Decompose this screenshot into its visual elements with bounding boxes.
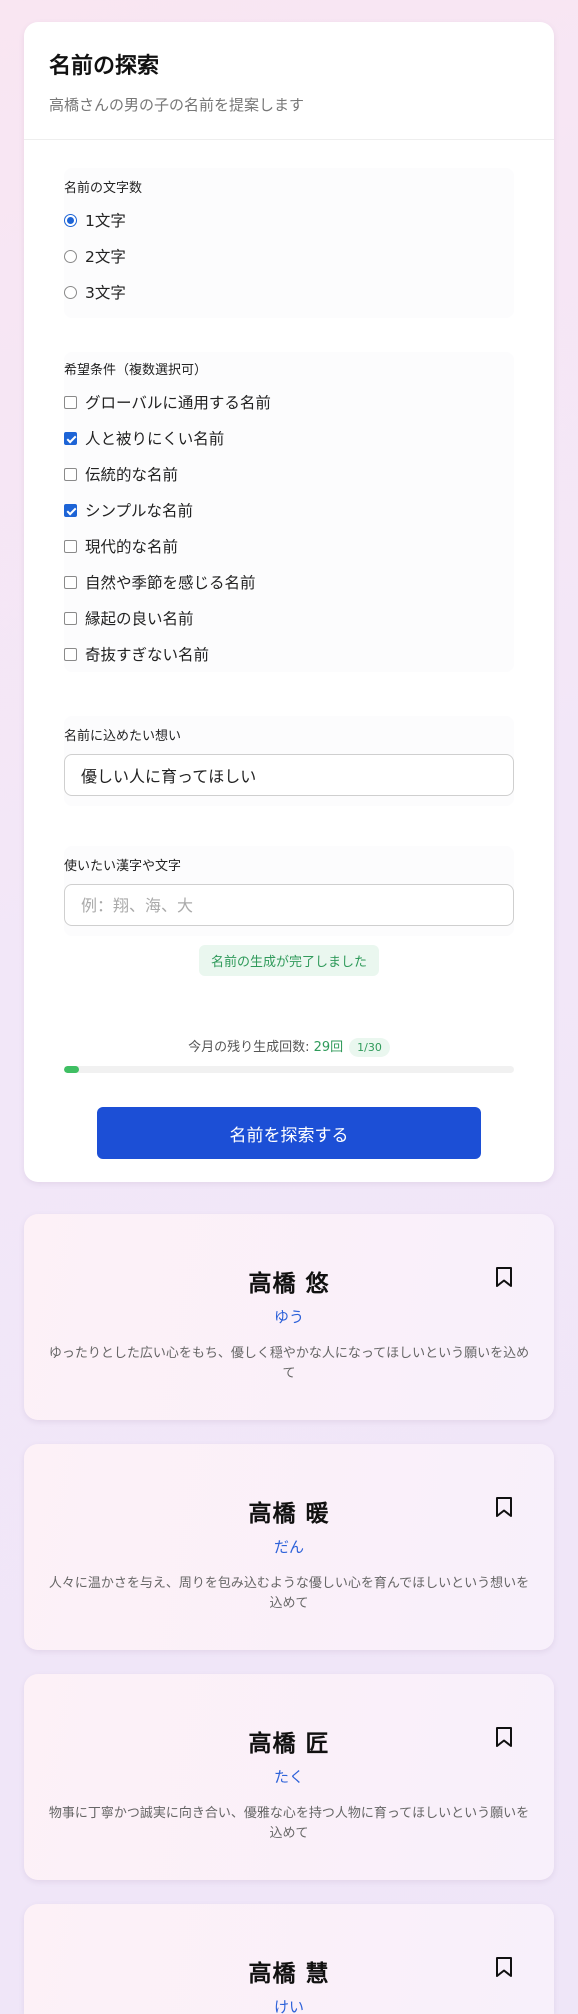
- checkbox-label: 縁起の良い名前: [85, 610, 194, 628]
- radio-button[interactable]: [64, 285, 77, 299]
- radio-button[interactable]: [64, 249, 77, 263]
- name-title: 高橋 慧: [248, 1961, 330, 1987]
- name-result-card: 高橋 慧 けい: [24, 1904, 554, 2014]
- conditions-label: 希望条件（複数選択可）: [64, 363, 208, 378]
- wish-input[interactable]: [64, 754, 514, 796]
- char-count-label: 名前の文字数: [64, 181, 143, 196]
- name-result-card: 高橋 匠 たく 物事に丁寧かつ誠実に向き合い、優雅な心を持つ人物に育ってほしいと…: [24, 1674, 554, 1880]
- checkbox-label: 現代的な名前: [85, 538, 179, 556]
- name-reading: だん: [273, 1538, 304, 1556]
- name-description: 物事に丁寧かつ誠実に向き合い、優雅な心を持つ人物に育ってほしいという願いを込めて: [48, 1806, 530, 1841]
- checkbox[interactable]: [64, 647, 77, 661]
- checkbox[interactable]: [64, 539, 77, 553]
- name-reading: たく: [273, 1768, 304, 1786]
- form-header: 名前の探索 高橋さんの男の子の名前を提案します: [24, 22, 554, 140]
- kanji-label: 使いたい漢字や文字: [64, 859, 182, 874]
- name-reading: ゆう: [273, 1308, 304, 1326]
- checkbox-not-eccentric[interactable]: 奇抜すぎない名前: [64, 636, 514, 672]
- radio-3-char[interactable]: 3文字: [64, 274, 514, 310]
- remaining-count: 今月の残り生成回数: 29回 1/30: [0, 1036, 578, 1057]
- checkbox[interactable]: [64, 503, 77, 517]
- kanji-input[interactable]: [64, 884, 514, 926]
- conditions-section: 希望条件（複数選択可） グローバルに通用する名前 人と被りにくい名前 伝統的な名…: [64, 352, 514, 672]
- radio-1-char[interactable]: 1文字: [64, 202, 514, 238]
- name-result-card: 高橋 暖 だん 人々に温かさを与え、周りを包み込むような優しい心を育んでほしいと…: [24, 1444, 554, 1650]
- name-title: 高橋 悠: [248, 1271, 330, 1297]
- radio-button[interactable]: [64, 213, 77, 227]
- kanji-section: 使いたい漢字や文字: [64, 846, 514, 936]
- remaining-prefix: 今月の残り生成回数:: [188, 1040, 314, 1055]
- checkbox-simple[interactable]: シンプルな名前: [64, 492, 514, 528]
- radio-label: 2文字: [85, 248, 126, 266]
- name-description: 人々に温かさを与え、周りを包み込むような優しい心を育んでほしいという想いを込めて: [48, 1576, 530, 1611]
- char-count-section: 名前の文字数 1文字 2文字 3文字: [64, 168, 514, 318]
- name-title: 高橋 匠: [248, 1731, 330, 1757]
- page-title: 名前の探索: [49, 54, 160, 79]
- radio-2-char[interactable]: 2文字: [64, 238, 514, 274]
- checkbox-traditional[interactable]: 伝統的な名前: [64, 456, 514, 492]
- wish-label: 名前に込めたい想い: [64, 729, 182, 744]
- checkbox-nature[interactable]: 自然や季節を感じる名前: [64, 564, 514, 600]
- checkbox-global[interactable]: グローバルに通用する名前: [64, 384, 514, 420]
- radio-label: 3文字: [85, 284, 126, 302]
- bookmark-icon[interactable]: [494, 1956, 514, 1978]
- checkbox-label: シンプルな名前: [85, 502, 194, 520]
- status-badge: 名前の生成が完了しました: [198, 945, 380, 976]
- checkbox-label: 伝統的な名前: [85, 466, 179, 484]
- checkbox-label: 奇抜すぎない名前: [85, 646, 210, 664]
- checkbox[interactable]: [64, 611, 77, 625]
- checkbox-unique[interactable]: 人と被りにくい名前: [64, 420, 514, 456]
- remaining-value: 29回: [313, 1040, 344, 1055]
- name-description: ゆったりとした広い心をもち、優しく穏やかな人になってほしいという願いを込めて: [48, 1346, 530, 1381]
- page-subtitle: 高橋さんの男の子の名前を提案します: [49, 96, 305, 114]
- wish-section: 名前に込めたい想い: [64, 716, 514, 806]
- usage-progress-fill: [64, 1066, 79, 1073]
- bookmark-icon[interactable]: [494, 1726, 514, 1748]
- name-result-card: 高橋 悠 ゆう ゆったりとした広い心をもち、優しく穏やかな人になってほしいという…: [24, 1214, 554, 1420]
- usage-pill: 1/30: [349, 1038, 390, 1057]
- checkbox[interactable]: [64, 395, 77, 409]
- bookmark-icon[interactable]: [494, 1266, 514, 1288]
- search-button[interactable]: 名前を探索する: [97, 1107, 481, 1159]
- checkbox-label: グローバルに通用する名前: [85, 394, 271, 412]
- name-reading: けい: [273, 1998, 304, 2014]
- checkbox-label: 人と被りにくい名前: [85, 430, 225, 448]
- name-title: 高橋 暖: [248, 1501, 330, 1527]
- checkbox-modern[interactable]: 現代的な名前: [64, 528, 514, 564]
- checkbox[interactable]: [64, 467, 77, 481]
- usage-progress-bar: [64, 1066, 514, 1073]
- checkbox[interactable]: [64, 431, 77, 445]
- checkbox[interactable]: [64, 575, 77, 589]
- checkbox-label: 自然や季節を感じる名前: [85, 574, 256, 592]
- checkbox-lucky[interactable]: 縁起の良い名前: [64, 600, 514, 636]
- radio-label: 1文字: [85, 212, 126, 230]
- bookmark-icon[interactable]: [494, 1496, 514, 1518]
